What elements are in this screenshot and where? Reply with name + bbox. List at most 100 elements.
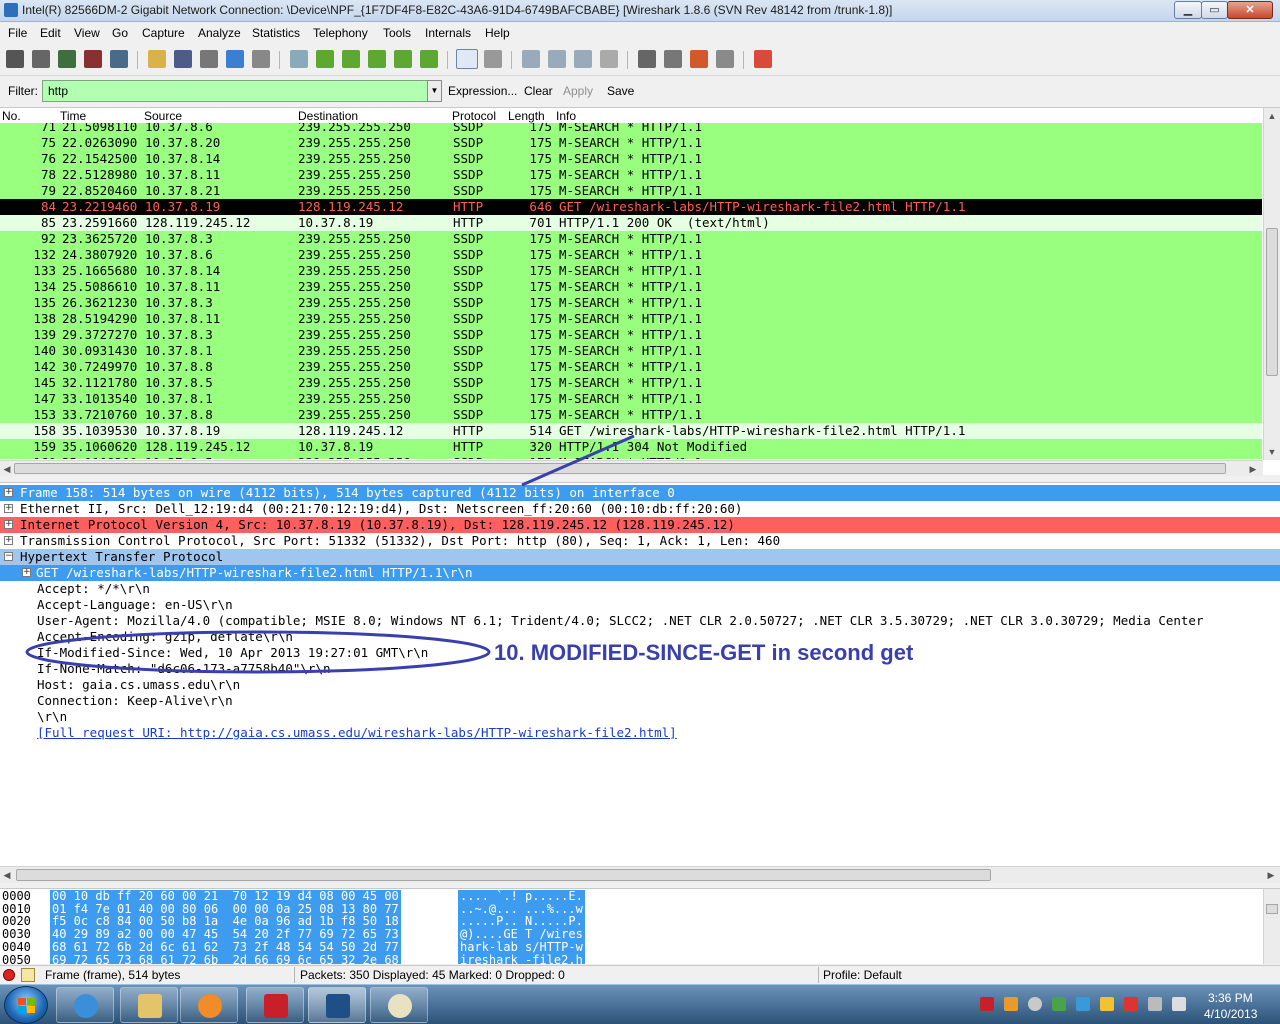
menu-telephony[interactable]: Telephony xyxy=(313,26,368,40)
display-filters-icon[interactable] xyxy=(664,50,682,68)
col-destination-header[interactable]: Destination xyxy=(298,109,358,123)
menu-help[interactable]: Help xyxy=(485,26,510,40)
menu-internals[interactable]: Internals xyxy=(425,26,471,40)
packet-row[interactable]: 78 22.5128980 10.37.8.11 239.255.255.250 SSD… xyxy=(0,167,1262,183)
scroll-right-icon[interactable]: ▶ xyxy=(1246,461,1260,477)
scroll-up-icon[interactable]: ▲ xyxy=(1264,108,1280,124)
tray-network-tool-icon[interactable] xyxy=(1076,997,1090,1011)
status-profile[interactable]: Profile: Default xyxy=(823,968,902,982)
expand-toggle-icon[interactable]: − xyxy=(4,552,13,561)
menu-capture[interactable]: Capture xyxy=(142,26,185,40)
maximize-button[interactable]: ▭ xyxy=(1201,1,1228,19)
packet-row[interactable]: 159 35.1060620 128.119.245.12 10.37.8.19 HTT… xyxy=(0,439,1262,455)
scroll-down-icon[interactable]: ▼ xyxy=(1264,444,1280,460)
tray-update-icon[interactable] xyxy=(1004,997,1018,1011)
help-icon[interactable] xyxy=(754,50,772,68)
detail-line[interactable]: + Internet Protocol Version 4, Src: 10.37… xyxy=(0,517,1280,533)
go-to-packet-icon[interactable] xyxy=(368,50,386,68)
col-info-header[interactable]: Info xyxy=(556,109,576,123)
menu-analyze[interactable]: Analyze xyxy=(198,26,241,40)
close-button[interactable]: ✕ xyxy=(1227,1,1273,19)
taskbar-acrobat[interactable] xyxy=(246,987,304,1023)
taskbar-paint[interactable] xyxy=(370,987,428,1023)
start-button[interactable] xyxy=(4,986,48,1024)
zoom-in-icon[interactable] xyxy=(522,50,540,68)
packet-row[interactable]: 133 25.1665680 10.37.8.14 239.255.255.250 SS… xyxy=(0,263,1262,279)
minimize-button[interactable]: ▁ xyxy=(1174,1,1202,19)
reload-icon[interactable] xyxy=(226,50,244,68)
save-file-icon[interactable] xyxy=(174,50,192,68)
preferences-icon[interactable] xyxy=(716,50,734,68)
packet-row[interactable]: 158 35.1039530 10.37.8.19 128.119.245.12 HTT… xyxy=(0,423,1262,439)
packet-row[interactable]: 140 30.0931430 10.37.8.1 239.255.255.250 SSD… xyxy=(0,343,1262,359)
taskbar-wireshark[interactable] xyxy=(308,987,366,1023)
tray-volume-icon[interactable] xyxy=(1172,997,1186,1011)
go-back-icon[interactable] xyxy=(316,50,334,68)
col-time-header[interactable]: Time xyxy=(60,109,86,123)
taskbar-ie[interactable] xyxy=(56,987,114,1023)
packet-row[interactable]: 135 26.3621230 10.37.8.3 239.255.255.250 SSD… xyxy=(0,295,1262,311)
detail-line[interactable]: + Ethernet II, Src: Dell_12:19:d4 (00:21:… xyxy=(0,501,1280,517)
tray-security-icon[interactable] xyxy=(1052,997,1066,1011)
go-forward-icon[interactable] xyxy=(342,50,360,68)
go-first-icon[interactable] xyxy=(394,50,412,68)
packet-row[interactable]: 76 22.1542500 10.37.8.14 239.255.255.250 SSD… xyxy=(0,151,1262,167)
detail-line[interactable]: + Frame 158: 514 bytes on wire (4112 bits… xyxy=(0,485,1280,501)
clear-button[interactable]: Clear xyxy=(524,84,553,98)
tray-acrobat-icon[interactable] xyxy=(980,997,994,1011)
auto-scroll-icon[interactable] xyxy=(484,50,502,68)
tray-flag-icon[interactable] xyxy=(1124,997,1138,1011)
expand-toggle-icon[interactable]: + xyxy=(4,520,13,529)
detail-line[interactable]: Accept: */*\r\n xyxy=(0,581,1280,597)
expression-button[interactable]: Expression... xyxy=(448,84,517,98)
scroll-left-icon[interactable]: ◀ xyxy=(0,867,14,884)
taskbar-explorer[interactable] xyxy=(120,987,178,1023)
packet-row[interactable]: 92 23.3625720 10.37.8.3 239.255.255.250 SSDP… xyxy=(0,231,1262,247)
expand-toggle-icon[interactable]: + xyxy=(4,488,13,497)
menu-go[interactable]: Go xyxy=(112,26,128,40)
col-protocol-header[interactable]: Protocol xyxy=(452,109,496,123)
packet-row[interactable]: 84 23.2219460 10.37.8.19 128.119.245.12 HTTP… xyxy=(0,199,1262,215)
packet-list-vscrollbar[interactable]: ▲ ▼ xyxy=(1263,108,1280,460)
clock-date[interactable]: 4/10/2013 xyxy=(1204,1007,1257,1021)
expand-toggle-icon[interactable]: + xyxy=(4,504,13,513)
col-source-header[interactable]: Source xyxy=(144,109,182,123)
packet-row[interactable]: 79 22.8520460 10.37.8.21 239.255.255.250 SSD… xyxy=(0,183,1262,199)
detail-line[interactable]: [Full request URI: http://gaia.cs.umass.… xyxy=(0,725,1280,741)
detail-line[interactable]: Connection: Keep-Alive\r\n xyxy=(0,693,1280,709)
scroll-thumb[interactable] xyxy=(1266,904,1278,914)
scroll-left-icon[interactable]: ◀ xyxy=(0,461,14,477)
packet-row[interactable]: 153 33.7210760 10.37.8.8 239.255.255.250 SSD… xyxy=(0,407,1262,423)
open-file-icon[interactable] xyxy=(148,50,166,68)
detail-line[interactable]: + GET /wireshark-labs/HTTP-wireshark-file… xyxy=(0,565,1280,581)
detail-line[interactable]: \r\n xyxy=(0,709,1280,725)
scroll-right-icon[interactable]: ▶ xyxy=(1264,867,1278,884)
scroll-thumb[interactable] xyxy=(16,869,991,881)
packet-row[interactable]: 75 22.0263090 10.37.8.20 239.255.255.250 SSD… xyxy=(0,135,1262,151)
menu-statistics[interactable]: Statistics xyxy=(252,26,300,40)
menu-tools[interactable]: Tools xyxy=(383,26,411,40)
packet-row[interactable]: 145 32.1121780 10.37.8.5 239.255.255.250 SSD… xyxy=(0,375,1262,391)
filter-dropdown-icon[interactable]: ▼ xyxy=(427,80,442,102)
capture-filters-icon[interactable] xyxy=(638,50,656,68)
tray-warning-icon[interactable] xyxy=(1100,997,1114,1011)
detail-line[interactable]: User-Agent: Mozilla/4.0 (compatible; MSI… xyxy=(0,613,1280,629)
col-no-header[interactable]: No. xyxy=(2,109,21,123)
zoom-out-icon[interactable] xyxy=(548,50,566,68)
packet-row[interactable]: 134 25.5086610 10.37.8.11 239.255.255.250 SS… xyxy=(0,279,1262,295)
print-icon[interactable] xyxy=(252,50,270,68)
menu-file[interactable]: File xyxy=(8,26,27,40)
restart-capture-icon[interactable] xyxy=(110,50,128,68)
detail-line[interactable]: − Hypertext Transfer Protocol xyxy=(0,549,1280,565)
packet-row[interactable]: 85 23.2591660 128.119.245.12 10.37.8.19 HTTP… xyxy=(0,215,1262,231)
go-last-icon[interactable] xyxy=(420,50,438,68)
coloring-rules-icon[interactable] xyxy=(690,50,708,68)
apply-button[interactable]: Apply xyxy=(563,84,593,98)
detail-line[interactable]: Accept-Language: en-US\r\n xyxy=(0,597,1280,613)
taskbar-media-player[interactable] xyxy=(180,987,238,1023)
clock-time[interactable]: 3:36 PM xyxy=(1208,991,1253,1005)
col-length-header[interactable]: Length xyxy=(508,109,545,123)
interfaces-icon[interactable] xyxy=(6,50,24,68)
colorize-icon[interactable] xyxy=(456,49,478,69)
menu-edit[interactable]: Edit xyxy=(40,26,61,40)
